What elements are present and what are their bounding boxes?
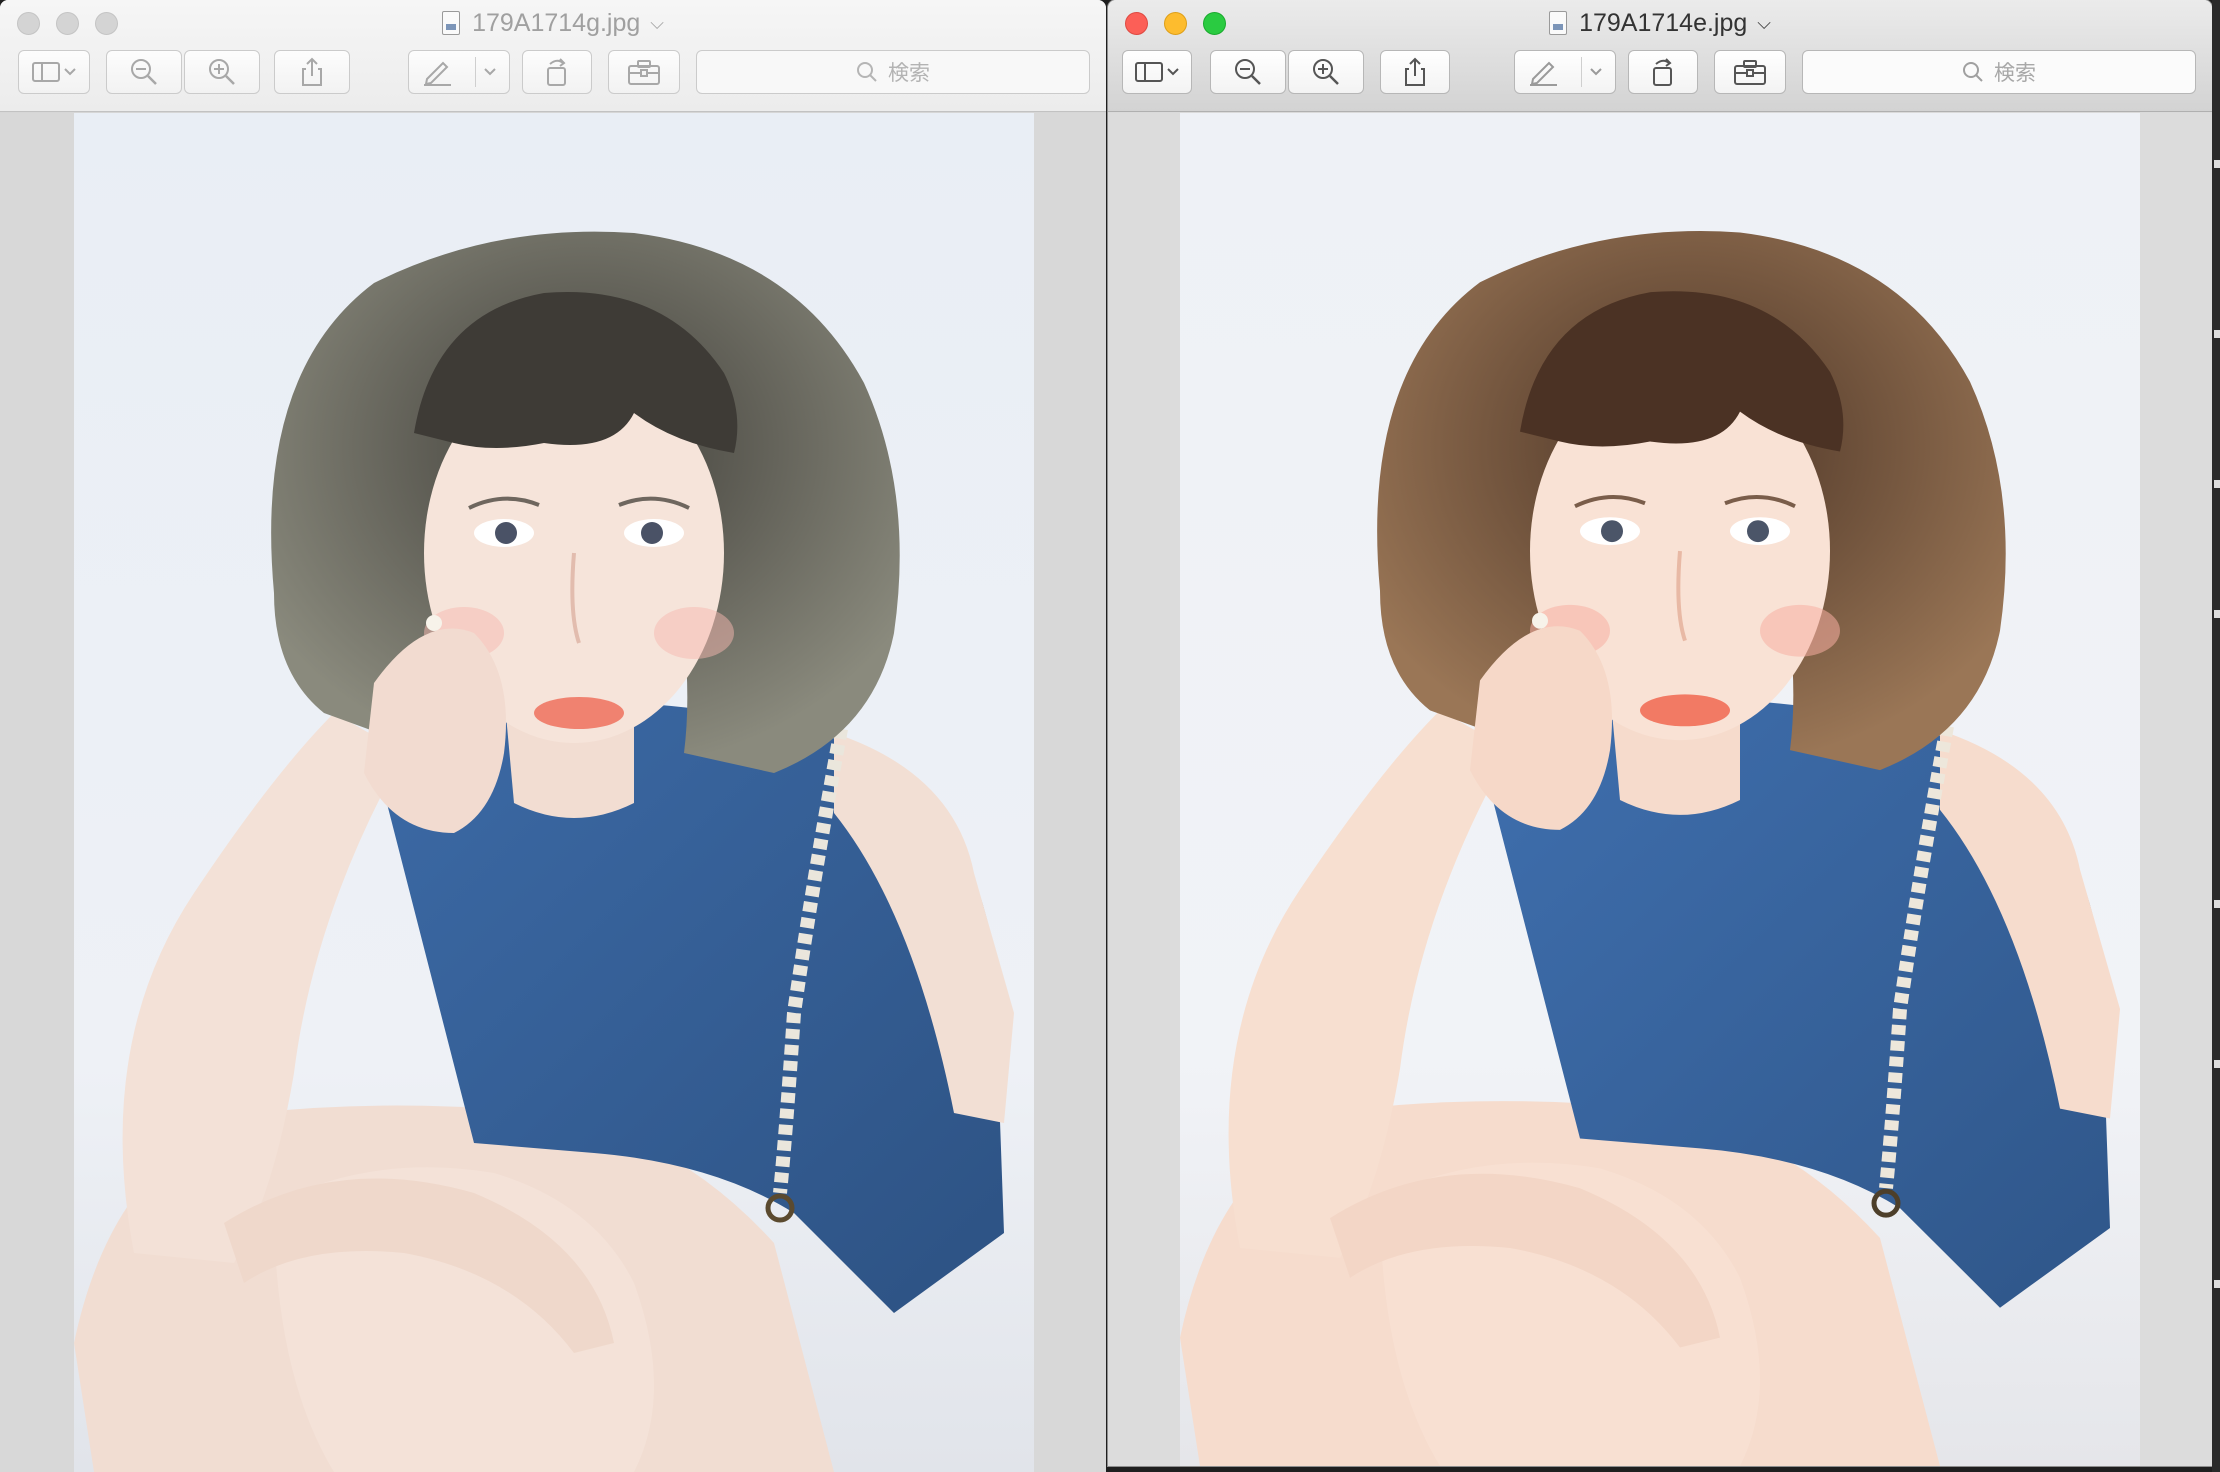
portrait-photo-warm: [1180, 113, 2140, 1466]
share-icon: [302, 57, 322, 86]
photo-image: [1180, 113, 2140, 1466]
rotate-icon: [1653, 58, 1672, 86]
chevron-down-icon: [484, 68, 496, 76]
zoom-out-icon: [1235, 59, 1261, 85]
share-button[interactable]: [1380, 50, 1450, 94]
preview-window-right: 179A1714e.jpg ⌵ 検索: [1108, 0, 2212, 1466]
chevron-down-icon: ⌵: [1757, 12, 1771, 33]
window-title[interactable]: 179A1714e.jpg ⌵: [1108, 6, 2212, 40]
preview-window-left: 179A1714g.jpg ⌵ 検索: [0, 0, 1106, 1472]
zoom-out-icon: [131, 59, 157, 85]
sidebar-button[interactable]: [18, 50, 90, 94]
search-field[interactable]: 検索: [696, 50, 1090, 94]
titlebar[interactable]: 179A1714e.jpg ⌵ 検索: [1108, 0, 2212, 112]
window-title-text: 179A1714g.jpg: [472, 8, 641, 37]
toolbox-icon: [1734, 60, 1766, 85]
toolbox-button[interactable]: [608, 50, 680, 94]
photo-image: [74, 113, 1034, 1472]
markup-pen-icon: [1530, 61, 1557, 86]
document-view[interactable]: [0, 113, 1106, 1472]
desktop-edge: [2212, 0, 2220, 1472]
titlebar[interactable]: 179A1714g.jpg ⌵ 検索: [0, 0, 1106, 112]
search-placeholder: 検索: [1994, 62, 2036, 85]
markup-pen-icon: [424, 61, 451, 86]
sidebar-button[interactable]: [1122, 50, 1192, 94]
document-icon: [1549, 11, 1568, 35]
zoom-out-button[interactable]: [1210, 50, 1286, 94]
zoom-in-icon: [209, 59, 235, 85]
sidebar-icon: [1135, 62, 1179, 82]
share-button[interactable]: [274, 50, 350, 94]
document-icon: [442, 11, 461, 35]
search-icon: [1963, 62, 1983, 82]
toolbar: 検索: [1108, 50, 2212, 100]
zoom-out-button[interactable]: [106, 50, 182, 94]
search-field[interactable]: 検索: [1802, 50, 2196, 94]
zoom-in-icon: [1313, 59, 1339, 85]
search-icon: [857, 62, 877, 82]
window-title[interactable]: 179A1714g.jpg ⌵: [0, 6, 1106, 40]
zoom-in-button[interactable]: [1288, 50, 1364, 94]
portrait-photo-cool: [74, 113, 1034, 1472]
rotate-button[interactable]: [1628, 50, 1698, 94]
window-title-text: 179A1714e.jpg: [1579, 8, 1748, 37]
sidebar-icon: [32, 62, 76, 82]
rotate-icon: [547, 58, 566, 86]
share-icon: [1405, 57, 1425, 86]
toolbox-icon: [628, 60, 660, 85]
search-placeholder: 検索: [888, 62, 930, 85]
zoom-in-button[interactable]: [184, 50, 260, 94]
chevron-down-icon: ⌵: [650, 12, 664, 33]
chevron-down-icon: [1590, 68, 1602, 76]
markup-button[interactable]: [1514, 50, 1616, 94]
document-view[interactable]: [1108, 113, 2212, 1466]
toolbar: 検索: [0, 50, 1106, 100]
markup-button[interactable]: [408, 50, 510, 94]
toolbox-button[interactable]: [1714, 50, 1786, 94]
rotate-button[interactable]: [522, 50, 592, 94]
